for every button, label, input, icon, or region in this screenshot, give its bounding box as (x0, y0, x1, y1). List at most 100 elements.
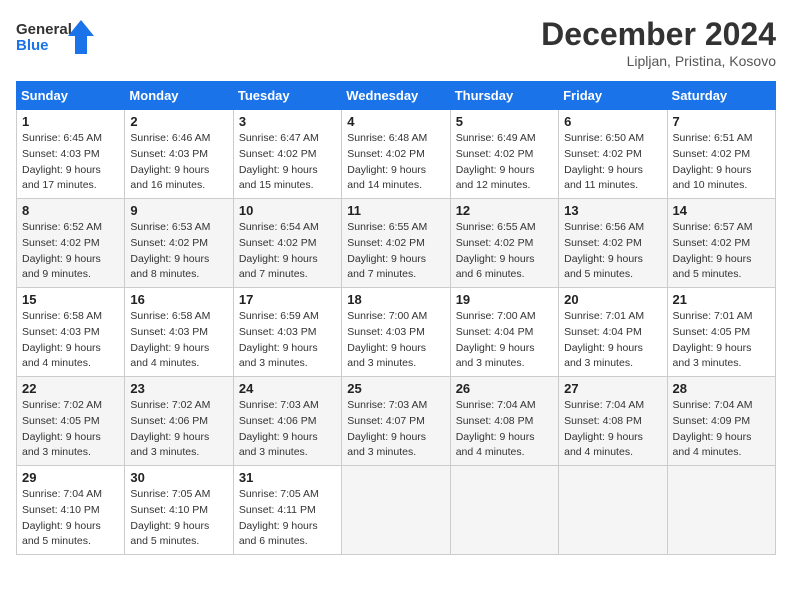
empty-cell (342, 466, 450, 555)
day-info: Sunrise: 6:58 AM Sunset: 4:03 PM Dayligh… (22, 309, 119, 372)
day-info: Sunrise: 7:03 AM Sunset: 4:06 PM Dayligh… (239, 398, 336, 461)
location-subtitle: Lipljan, Pristina, Kosovo (541, 53, 776, 69)
day-cell-21: 21 Sunrise: 7:01 AM Sunset: 4:05 PM Dayl… (667, 288, 775, 377)
day-info: Sunrise: 7:01 AM Sunset: 4:05 PM Dayligh… (673, 309, 770, 372)
logo: General Blue (16, 16, 96, 60)
day-number: 23 (130, 381, 227, 396)
day-number: 4 (347, 114, 444, 129)
day-cell-2: 2 Sunrise: 6:46 AM Sunset: 4:03 PM Dayli… (125, 110, 233, 199)
day-number: 12 (456, 203, 553, 218)
day-number: 2 (130, 114, 227, 129)
svg-text:Blue: Blue (16, 37, 49, 54)
day-cell-31: 31 Sunrise: 7:05 AM Sunset: 4:11 PM Dayl… (233, 466, 341, 555)
day-info: Sunrise: 6:55 AM Sunset: 4:02 PM Dayligh… (456, 220, 553, 283)
day-number: 14 (673, 203, 770, 218)
day-cell-14: 14 Sunrise: 6:57 AM Sunset: 4:02 PM Dayl… (667, 199, 775, 288)
day-info: Sunrise: 6:54 AM Sunset: 4:02 PM Dayligh… (239, 220, 336, 283)
col-saturday: Saturday (667, 82, 775, 110)
day-cell-29: 29 Sunrise: 7:04 AM Sunset: 4:10 PM Dayl… (17, 466, 125, 555)
day-info: Sunrise: 7:04 AM Sunset: 4:10 PM Dayligh… (22, 487, 119, 550)
day-info: Sunrise: 7:02 AM Sunset: 4:06 PM Dayligh… (130, 398, 227, 461)
day-number: 5 (456, 114, 553, 129)
col-friday: Friday (559, 82, 667, 110)
day-cell-30: 30 Sunrise: 7:05 AM Sunset: 4:10 PM Dayl… (125, 466, 233, 555)
day-info: Sunrise: 7:00 AM Sunset: 4:04 PM Dayligh… (456, 309, 553, 372)
day-info: Sunrise: 7:05 AM Sunset: 4:10 PM Dayligh… (130, 487, 227, 550)
calendar-table: Sunday Monday Tuesday Wednesday Thursday… (16, 81, 776, 555)
day-cell-19: 19 Sunrise: 7:00 AM Sunset: 4:04 PM Dayl… (450, 288, 558, 377)
col-tuesday: Tuesday (233, 82, 341, 110)
day-number: 18 (347, 292, 444, 307)
day-number: 29 (22, 470, 119, 485)
calendar-header-row: Sunday Monday Tuesday Wednesday Thursday… (17, 82, 776, 110)
day-info: Sunrise: 7:03 AM Sunset: 4:07 PM Dayligh… (347, 398, 444, 461)
day-cell-25: 25 Sunrise: 7:03 AM Sunset: 4:07 PM Dayl… (342, 377, 450, 466)
empty-cell (450, 466, 558, 555)
day-number: 26 (456, 381, 553, 396)
calendar-row-5: 29 Sunrise: 7:04 AM Sunset: 4:10 PM Dayl… (17, 466, 776, 555)
day-number: 13 (564, 203, 661, 218)
day-number: 31 (239, 470, 336, 485)
day-info: Sunrise: 6:46 AM Sunset: 4:03 PM Dayligh… (130, 131, 227, 194)
col-sunday: Sunday (17, 82, 125, 110)
day-number: 20 (564, 292, 661, 307)
day-info: Sunrise: 6:52 AM Sunset: 4:02 PM Dayligh… (22, 220, 119, 283)
calendar-row-1: 1 Sunrise: 6:45 AM Sunset: 4:03 PM Dayli… (17, 110, 776, 199)
svg-text:General: General (16, 21, 72, 38)
day-cell-3: 3 Sunrise: 6:47 AM Sunset: 4:02 PM Dayli… (233, 110, 341, 199)
day-number: 21 (673, 292, 770, 307)
day-cell-9: 9 Sunrise: 6:53 AM Sunset: 4:02 PM Dayli… (125, 199, 233, 288)
day-number: 3 (239, 114, 336, 129)
day-cell-18: 18 Sunrise: 7:00 AM Sunset: 4:03 PM Dayl… (342, 288, 450, 377)
day-info: Sunrise: 6:51 AM Sunset: 4:02 PM Dayligh… (673, 131, 770, 194)
day-cell-5: 5 Sunrise: 6:49 AM Sunset: 4:02 PM Dayli… (450, 110, 558, 199)
day-cell-10: 10 Sunrise: 6:54 AM Sunset: 4:02 PM Dayl… (233, 199, 341, 288)
calendar-row-2: 8 Sunrise: 6:52 AM Sunset: 4:02 PM Dayli… (17, 199, 776, 288)
day-number: 19 (456, 292, 553, 307)
day-info: Sunrise: 6:56 AM Sunset: 4:02 PM Dayligh… (564, 220, 661, 283)
day-cell-4: 4 Sunrise: 6:48 AM Sunset: 4:02 PM Dayli… (342, 110, 450, 199)
day-info: Sunrise: 6:55 AM Sunset: 4:02 PM Dayligh… (347, 220, 444, 283)
page-header: General Blue December 2024 Lipljan, Pris… (16, 16, 776, 69)
day-cell-6: 6 Sunrise: 6:50 AM Sunset: 4:02 PM Dayli… (559, 110, 667, 199)
empty-cell (667, 466, 775, 555)
day-cell-13: 13 Sunrise: 6:56 AM Sunset: 4:02 PM Dayl… (559, 199, 667, 288)
day-number: 25 (347, 381, 444, 396)
day-number: 17 (239, 292, 336, 307)
day-cell-23: 23 Sunrise: 7:02 AM Sunset: 4:06 PM Dayl… (125, 377, 233, 466)
day-info: Sunrise: 7:02 AM Sunset: 4:05 PM Dayligh… (22, 398, 119, 461)
day-cell-8: 8 Sunrise: 6:52 AM Sunset: 4:02 PM Dayli… (17, 199, 125, 288)
day-info: Sunrise: 6:48 AM Sunset: 4:02 PM Dayligh… (347, 131, 444, 194)
calendar-row-4: 22 Sunrise: 7:02 AM Sunset: 4:05 PM Dayl… (17, 377, 776, 466)
day-info: Sunrise: 7:00 AM Sunset: 4:03 PM Dayligh… (347, 309, 444, 372)
day-info: Sunrise: 6:50 AM Sunset: 4:02 PM Dayligh… (564, 131, 661, 194)
day-cell-11: 11 Sunrise: 6:55 AM Sunset: 4:02 PM Dayl… (342, 199, 450, 288)
day-number: 1 (22, 114, 119, 129)
day-number: 6 (564, 114, 661, 129)
day-number: 30 (130, 470, 227, 485)
day-info: Sunrise: 6:53 AM Sunset: 4:02 PM Dayligh… (130, 220, 227, 283)
day-cell-26: 26 Sunrise: 7:04 AM Sunset: 4:08 PM Dayl… (450, 377, 558, 466)
day-info: Sunrise: 6:59 AM Sunset: 4:03 PM Dayligh… (239, 309, 336, 372)
title-block: December 2024 Lipljan, Pristina, Kosovo (541, 16, 776, 69)
day-cell-20: 20 Sunrise: 7:01 AM Sunset: 4:04 PM Dayl… (559, 288, 667, 377)
day-cell-24: 24 Sunrise: 7:03 AM Sunset: 4:06 PM Dayl… (233, 377, 341, 466)
day-info: Sunrise: 6:49 AM Sunset: 4:02 PM Dayligh… (456, 131, 553, 194)
col-monday: Monday (125, 82, 233, 110)
day-number: 22 (22, 381, 119, 396)
day-cell-12: 12 Sunrise: 6:55 AM Sunset: 4:02 PM Dayl… (450, 199, 558, 288)
day-number: 27 (564, 381, 661, 396)
day-cell-27: 27 Sunrise: 7:04 AM Sunset: 4:08 PM Dayl… (559, 377, 667, 466)
day-info: Sunrise: 6:47 AM Sunset: 4:02 PM Dayligh… (239, 131, 336, 194)
day-info: Sunrise: 7:01 AM Sunset: 4:04 PM Dayligh… (564, 309, 661, 372)
day-info: Sunrise: 7:04 AM Sunset: 4:09 PM Dayligh… (673, 398, 770, 461)
day-info: Sunrise: 7:04 AM Sunset: 4:08 PM Dayligh… (456, 398, 553, 461)
day-cell-16: 16 Sunrise: 6:58 AM Sunset: 4:03 PM Dayl… (125, 288, 233, 377)
day-cell-28: 28 Sunrise: 7:04 AM Sunset: 4:09 PM Dayl… (667, 377, 775, 466)
day-number: 8 (22, 203, 119, 218)
calendar-row-3: 15 Sunrise: 6:58 AM Sunset: 4:03 PM Dayl… (17, 288, 776, 377)
col-wednesday: Wednesday (342, 82, 450, 110)
day-info: Sunrise: 6:58 AM Sunset: 4:03 PM Dayligh… (130, 309, 227, 372)
col-thursday: Thursday (450, 82, 558, 110)
empty-cell (559, 466, 667, 555)
